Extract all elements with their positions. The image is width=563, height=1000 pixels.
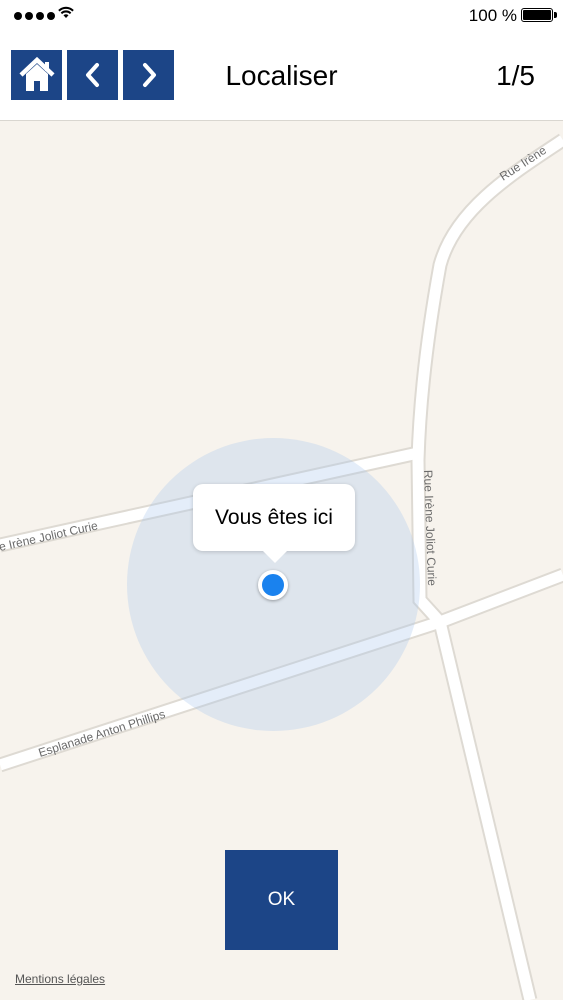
status-bar: 100 %: [0, 0, 563, 32]
legal-notice-link[interactable]: Mentions légales: [15, 972, 105, 986]
current-location-marker[interactable]: [258, 570, 288, 600]
street-label-rue-irene-west: e Irène Joliot Curie: [0, 518, 99, 554]
step-indicator: 1/5: [496, 60, 535, 91]
location-callout: Vous êtes ici: [193, 484, 355, 563]
page-title: Localiser: [225, 60, 338, 91]
battery-percentage: 100 %: [468, 6, 517, 25]
wifi-icon: [58, 6, 74, 18]
street-label-esplanade: Esplanade Anton Phillips: [37, 707, 167, 760]
signal-strength-icon: [14, 12, 55, 20]
ok-button[interactable]: OK: [225, 850, 338, 950]
battery-icon: [521, 8, 557, 22]
header: Localiser 1/5: [0, 32, 563, 121]
